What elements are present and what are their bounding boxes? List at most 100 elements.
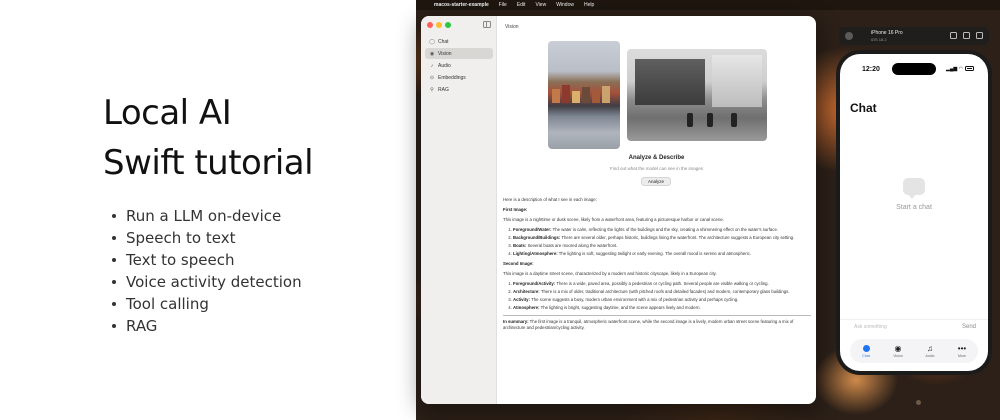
simulator-device-name: iPhone 16 Pro <box>871 30 903 36</box>
building-shape <box>562 85 570 103</box>
item-label: Foreground/Activity: <box>513 281 556 286</box>
wallpaper-speck <box>916 400 921 405</box>
feature-label: Text to speech <box>126 251 235 269</box>
sidebar-toggle-icon[interactable] <box>483 21 491 28</box>
street-photo[interactable] <box>627 49 767 141</box>
message-input-bar: Ask something Send <box>840 319 988 333</box>
sidebar-item-label: Chat <box>438 38 449 45</box>
sidebar-item-vision[interactable]: ◉ Vision <box>425 48 493 59</box>
list-item: Foreground/Water: The water is calm, ref… <box>513 227 811 233</box>
building-shape <box>635 59 705 105</box>
minimize-window-button[interactable] <box>436 22 442 28</box>
tab-chat[interactable]: Chat <box>853 344 879 358</box>
feature-item: Text to speech <box>112 249 302 271</box>
send-button[interactable]: Send <box>962 324 976 330</box>
sidebar-item-embeddings[interactable]: ⊙ Embeddings <box>425 72 493 83</box>
rotate-button-icon[interactable] <box>976 32 983 39</box>
sidebar-nav: ◯ Chat ◉ Vision ♪ Audio ⊙ Embeddings ⚲ RAG <box>425 36 493 96</box>
tab-label: Audio <box>925 354 935 358</box>
sidebar-item-label: Embeddings <box>438 74 466 81</box>
ellipsis-icon: ••• <box>957 344 967 353</box>
list-item: Boats: Several boats are moored along th… <box>513 243 811 249</box>
building-shape <box>572 91 580 103</box>
chat-icon <box>862 345 870 352</box>
item-text: The scene suggests a busy, modern urban … <box>529 297 739 302</box>
second-image-list: Foreground/Activity: There is a wide, pa… <box>503 281 811 311</box>
cyclist-shape <box>707 113 713 127</box>
summary-paragraph: In summary: The first image is a tranqui… <box>503 319 811 331</box>
menu-help[interactable]: Help <box>584 2 594 8</box>
simulator-status-icon <box>845 32 853 40</box>
phone-screen: 12:20 ▂▄▆ ◠ Chat Start a chat Ask someth… <box>840 54 988 371</box>
zoom-window-button[interactable] <box>445 22 451 28</box>
feature-item: Voice activity detection <box>112 271 302 293</box>
tab-label: Chat <box>862 354 870 358</box>
iphone-simulator: 12:20 ▂▄▆ ◠ Chat Start a chat Ask someth… <box>836 50 992 375</box>
first-image-paragraph: This image is a nighttime or dusk scene,… <box>503 217 724 222</box>
building-shape <box>602 86 610 103</box>
close-window-button[interactable] <box>427 22 433 28</box>
macos-menu-bar: macos-starter-example File Edit View Win… <box>416 0 1000 10</box>
dynamic-island <box>892 63 936 75</box>
first-image-heading: First Image: <box>503 207 528 212</box>
feature-item: Run a LLM on-device <box>112 205 302 227</box>
tab-vision[interactable]: ◉ Vision <box>885 344 911 358</box>
chat-bubble-icon <box>903 178 925 199</box>
analyze-title: Analyze & Describe <box>628 155 685 161</box>
item-text: There is a mix of older, traditional arc… <box>539 289 790 294</box>
item-label: Foreground/Water: <box>513 227 552 232</box>
feature-label: RAG <box>126 317 158 335</box>
item-label: Atmosphere: <box>513 305 540 310</box>
item-text: There are several older, perhaps histori… <box>560 235 795 240</box>
menu-view[interactable]: View <box>535 2 546 8</box>
view-title: Vision <box>505 24 519 30</box>
building-shape <box>582 87 590 103</box>
vision-view: Vision Analyze & Describe Find out what … <box>497 16 816 404</box>
status-time: 12:20 <box>862 66 880 73</box>
promo-panel: Local AI Swift tutorial Run a LLM on-dev… <box>0 0 416 420</box>
sidebar: ◯ Chat ◉ Vision ♪ Audio ⊙ Embeddings ⚲ RAG <box>421 16 497 404</box>
feature-list: Run a LLM on-device Speech to text Text … <box>112 205 302 337</box>
sidebar-item-rag[interactable]: ⚲ RAG <box>425 84 493 95</box>
item-text: The lighting is bright, suggesting dayti… <box>539 305 701 310</box>
sidebar-item-chat[interactable]: ◯ Chat <box>425 36 493 47</box>
tab-label: More <box>958 354 966 358</box>
item-label: Activity: <box>513 297 530 302</box>
list-item: Architecture: There is a mix of older, t… <box>513 289 811 295</box>
mac-app-window: ◯ Chat ◉ Vision ♪ Audio ⊙ Embeddings ⚲ RAG Vi… <box>421 16 816 404</box>
item-label: Background/Buildings: <box>513 235 561 240</box>
tab-label: Vision <box>893 354 903 358</box>
item-text: Several boats are moored along the water… <box>526 243 618 248</box>
harbor-photo[interactable] <box>548 41 620 149</box>
menu-file[interactable]: File <box>499 2 507 8</box>
menu-window[interactable]: Window <box>556 2 574 8</box>
empty-state-text: Start a chat <box>896 204 932 211</box>
analyze-button[interactable]: Analyze <box>641 177 671 186</box>
battery-icon <box>965 66 974 72</box>
list-item: Lighting/Atmosphere: The lighting is sof… <box>513 251 811 257</box>
promo-title: Local AI Swift tutorial <box>103 88 314 188</box>
tab-audio[interactable]: ♫ Audio <box>917 344 943 358</box>
feature-label: Run a LLM on-device <box>126 207 282 225</box>
tab-more[interactable]: ••• More <box>949 344 975 358</box>
feature-item: Tool calling <box>112 293 302 315</box>
chat-title: Chat <box>850 101 877 115</box>
screenshot-button-icon[interactable] <box>963 32 970 39</box>
menu-app-name[interactable]: macos-starter-example <box>434 2 489 8</box>
item-label: Boats: <box>513 243 527 248</box>
cyclist-shape <box>687 113 693 127</box>
eye-icon: ◉ <box>429 50 435 57</box>
item-text: The lighting is soft, suggesting twiligh… <box>557 251 751 256</box>
bullet-icon <box>112 236 116 240</box>
item-label: Lighting/Atmosphere: <box>513 251 558 256</box>
sidebar-item-audio[interactable]: ♪ Audio <box>425 60 493 71</box>
home-button-icon[interactable] <box>950 32 957 39</box>
message-input[interactable]: Ask something <box>854 324 887 330</box>
result-intro: Here is a description of what I see in e… <box>503 197 597 202</box>
menu-edit[interactable]: Edit <box>517 2 526 8</box>
second-image-paragraph: This image is a daytime street scene, ch… <box>503 271 717 276</box>
promo-title-line2: Swift tutorial <box>103 143 314 183</box>
list-item: Background/Buildings: There are several … <box>513 235 811 241</box>
waveform-icon: ♫ <box>927 344 933 353</box>
first-image-list: Foreground/Water: The water is calm, ref… <box>503 227 811 257</box>
